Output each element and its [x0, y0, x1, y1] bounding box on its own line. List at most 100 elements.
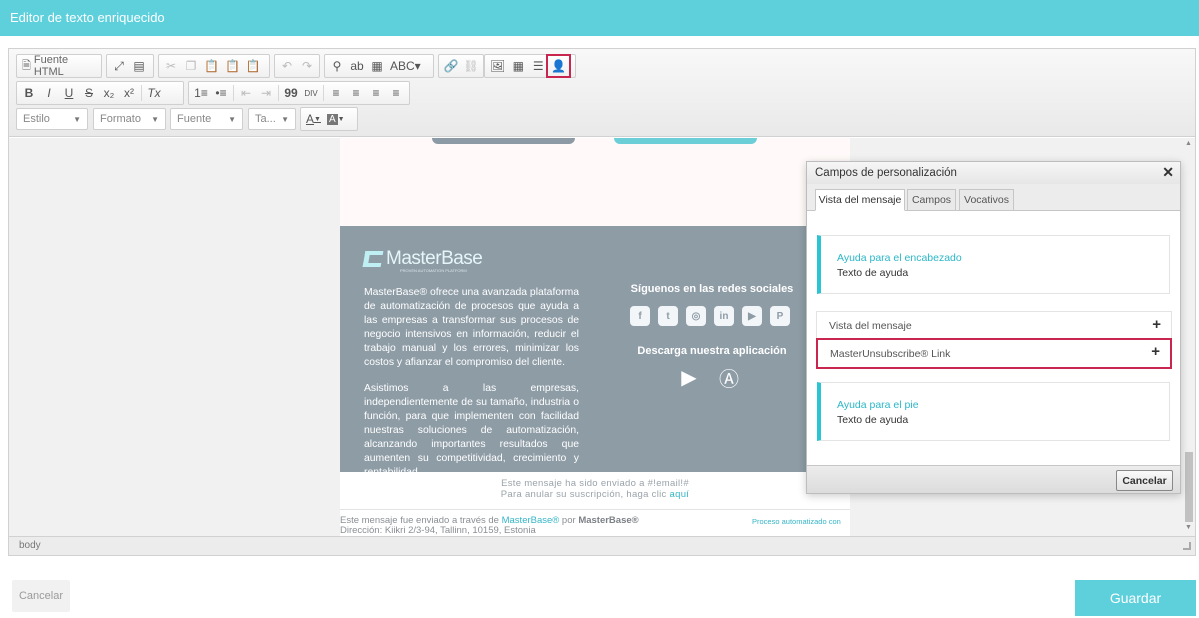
table-icon[interactable]: ▦	[508, 56, 528, 76]
find-icon[interactable]: ⚲	[327, 56, 347, 76]
align-center-button[interactable]: ≡	[346, 83, 366, 103]
tab-vocatives[interactable]: Vocativos	[959, 189, 1014, 211]
justify-button[interactable]: ≡	[386, 83, 406, 103]
app-store-icon[interactable]: Ⓐ	[716, 364, 742, 391]
font-combo[interactable]: Fuente ▼	[170, 108, 243, 130]
dialog-header: Campos de personalización ✕	[807, 162, 1180, 184]
background-color-icon: A	[326, 113, 338, 125]
align-right-button[interactable]: ≡	[366, 83, 386, 103]
bulleted-list-button[interactable]: •≡	[211, 83, 231, 103]
image-icon[interactable]: 🖼	[487, 56, 508, 76]
link-icon[interactable]: 🔗	[441, 56, 461, 76]
pinterest-icon[interactable]: P	[770, 306, 790, 326]
tab-message-view[interactable]: Vista del mensaje	[815, 189, 905, 211]
outdent-button[interactable]: ⇤	[236, 83, 256, 103]
footer-help-title: Ayuda para el pie	[837, 399, 919, 411]
toolbar-group-links: 🔗 ⛓	[438, 54, 484, 78]
chevron-down-icon: ▼	[228, 114, 236, 124]
save-button[interactable]: Guardar	[1075, 580, 1196, 616]
instagram-icon[interactable]: ◎	[686, 306, 706, 326]
add-icon[interactable]: +	[1151, 343, 1160, 360]
field-row-message-view[interactable]: Vista del mensaje +	[816, 311, 1172, 339]
toolbar-group-editing: ⚲ ab ▦ ABC▾	[324, 54, 434, 78]
scrollbar-thumb[interactable]	[1185, 452, 1193, 522]
app-header: Editor de texto enriquecido	[0, 0, 1199, 36]
youtube-icon[interactable]: ▶	[742, 306, 762, 326]
google-play-icon[interactable]: ▶	[676, 364, 702, 390]
copy-icon[interactable]: ❐	[181, 56, 201, 76]
email-button-grey	[432, 138, 575, 144]
redo-icon[interactable]: ↷	[297, 56, 317, 76]
spellcheck-icon[interactable]: ABC▾	[387, 56, 424, 76]
scroll-up-icon[interactable]: ▲	[1185, 140, 1192, 147]
toolbar-group-insert: 🖼 ▦ ☰ 👤	[484, 54, 576, 78]
source-html-button[interactable]: 🗎 Fuente HTML	[19, 54, 99, 78]
maximize-icon[interactable]: ⤢	[109, 56, 129, 76]
paste-word-icon[interactable]: 📋	[243, 56, 264, 76]
email-footer-block: MasterBase PROVEN AUTOMATION PLATFORM Ma…	[340, 226, 850, 478]
dialog-body: Ayuda para el encabezado Texto de ayuda …	[807, 211, 1180, 465]
tab-fields[interactable]: Campos	[907, 189, 956, 211]
bold-button[interactable]: B	[19, 83, 39, 103]
app-store-icons: ▶ Ⓐ	[676, 364, 742, 391]
text-color-icon: A	[306, 112, 315, 126]
sent-notice: Este mensaje ha sido enviado a #!email!#…	[340, 478, 850, 500]
automation-badge: Proceso automatizado con	[752, 517, 841, 526]
email-button-cyan	[614, 138, 757, 144]
add-icon[interactable]: +	[1152, 316, 1161, 333]
close-icon[interactable]: ✕	[1162, 164, 1174, 181]
align-left-button[interactable]: ≡	[326, 83, 346, 103]
remove-format-button[interactable]: Tx	[144, 83, 164, 103]
element-path[interactable]: body	[19, 540, 41, 551]
paste-icon[interactable]: 📋	[201, 56, 222, 76]
strikethrough-button[interactable]: S	[79, 83, 99, 103]
unsubscribe-link[interactable]: aquí	[670, 489, 690, 500]
field-row-unsubscribe-link[interactable]: MasterUnsubscribe® Link +	[816, 338, 1172, 369]
via-by: por	[559, 515, 579, 526]
cut-icon[interactable]: ✂	[161, 56, 181, 76]
toolbar-group-paragraph: 1≡ •≡ ⇤ ⇥ 99 DIV ≡ ≡ ≡ ≡	[188, 81, 410, 105]
select-all-icon[interactable]: ▦	[367, 56, 387, 76]
masterbase-logo-icon	[362, 251, 384, 267]
resize-grip-icon[interactable]	[1183, 542, 1191, 550]
paste-text-icon[interactable]: 📋	[222, 56, 243, 76]
underline-button[interactable]: U	[59, 83, 79, 103]
text-color-button[interactable]: A ▼	[303, 109, 324, 129]
toolbar-group-history: ↶ ↷	[274, 54, 320, 78]
horizontal-rule-icon[interactable]: ☰	[528, 56, 548, 76]
size-combo[interactable]: Ta... ▼	[248, 108, 296, 130]
unlink-icon[interactable]: ⛓	[461, 56, 481, 76]
format-combo[interactable]: Formato ▼	[93, 108, 166, 130]
dialog-cancel-button[interactable]: Cancelar	[1116, 470, 1173, 491]
email-divider	[340, 509, 850, 510]
logo-tagline: PROVEN AUTOMATION PLATFORM	[400, 268, 467, 273]
vertical-scrollbar[interactable]: ▲ ▼	[1183, 138, 1195, 536]
header-help-title: Ayuda para el encabezado	[837, 252, 962, 264]
show-blocks-icon[interactable]: ▤	[129, 56, 149, 76]
background-color-button[interactable]: A ▼	[324, 109, 348, 129]
facebook-icon[interactable]: f	[630, 306, 650, 326]
blockquote-button[interactable]: 99	[281, 83, 301, 103]
footer-help-text: Texto de ayuda	[837, 414, 909, 426]
subscript-button[interactable]: x₂	[99, 83, 119, 103]
italic-button[interactable]: I	[39, 83, 59, 103]
div-button[interactable]: DIV	[301, 83, 321, 103]
numbered-list-button[interactable]: 1≡	[191, 83, 211, 103]
user-icon[interactable]: 👤	[546, 54, 572, 78]
linkedin-icon[interactable]: in	[714, 306, 734, 326]
replace-icon[interactable]: ab	[347, 56, 367, 76]
style-combo[interactable]: Estilo ▼	[16, 108, 88, 130]
editor-toolbar: 🗎 Fuente HTML ⤢ ▤ ✂ ❐ 📋 📋 📋 ↶ ↷ ⚲ ab ▦ A…	[9, 49, 1195, 137]
source-html-label: Fuente HTML	[33, 54, 69, 78]
cancel-button[interactable]: Cancelar	[12, 580, 70, 612]
undo-icon[interactable]: ↶	[277, 56, 297, 76]
font-combo-label: Fuente	[177, 113, 212, 125]
dialog-title: Campos de personalización	[815, 167, 957, 179]
app-download-title: Descarga nuestra aplicación	[637, 345, 787, 357]
twitter-icon[interactable]: t	[658, 306, 678, 326]
field-row-label: Vista del mensaje	[829, 320, 912, 332]
superscript-button[interactable]: x²	[119, 83, 139, 103]
scroll-down-icon[interactable]: ▼	[1185, 524, 1192, 531]
indent-button[interactable]: ⇥	[256, 83, 276, 103]
unsubscribe-text: Para anular su suscripción, haga clic	[500, 489, 670, 500]
